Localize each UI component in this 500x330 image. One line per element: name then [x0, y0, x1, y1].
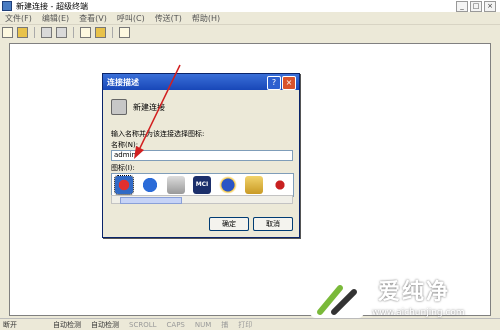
watermark-brand: 爱纯净	[378, 280, 451, 305]
status-caps: CAPS	[166, 320, 185, 329]
watermark-url: www.aichunjing.com	[372, 308, 465, 318]
arrow-head	[134, 146, 144, 159]
status-connection: 断开	[3, 320, 17, 329]
status-scroll: SCROLL	[129, 320, 157, 329]
status-capture: 捕	[221, 320, 229, 329]
status-num: NUM	[194, 320, 212, 329]
watermark-logo	[310, 274, 364, 318]
arrow-shaft	[138, 64, 181, 151]
status-detect-2: 自动检测	[91, 320, 119, 329]
watermark: 爱纯净 www.aichunjing.com	[306, 268, 494, 326]
status-detect-1: 自动检测	[53, 320, 81, 329]
status-print: 打印	[238, 320, 253, 329]
